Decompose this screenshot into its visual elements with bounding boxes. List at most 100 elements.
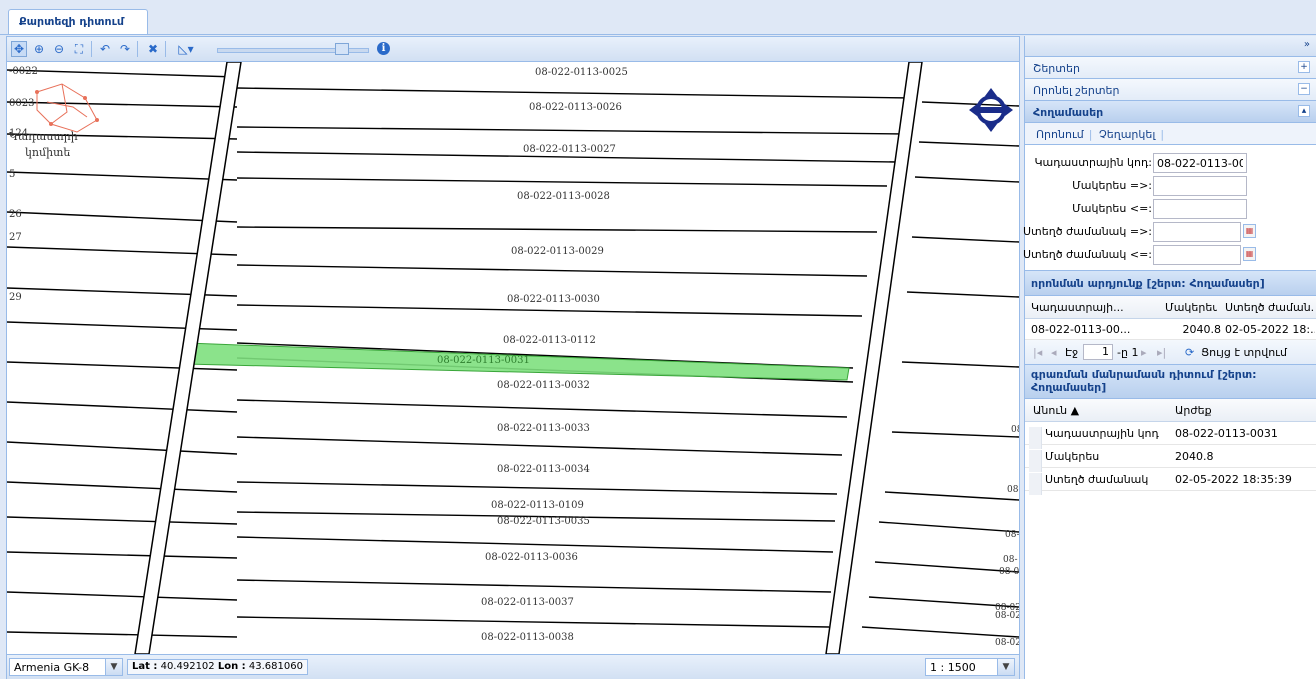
next-page-icon[interactable]: ▸ <box>1141 346 1147 359</box>
cadastral-input[interactable] <box>1153 153 1247 173</box>
last-page-icon[interactable]: ▸| <box>1157 346 1166 359</box>
coordinates-readout: Lat : 40.492102 Lon : 43.681060 <box>127 659 308 675</box>
overview-logo <box>35 83 99 133</box>
edge-labels-right: 08-08-08-08-08-0208-0208-0208-02 <box>995 425 1019 648</box>
parcel-boundary <box>861 626 1019 638</box>
parcel-label: 08-022-0113-0034 <box>497 464 590 475</box>
created-lte-label: Ստեղծ ժամանակ <=: <box>1023 248 1152 261</box>
col-header-name[interactable]: Անուն ▲ <box>1033 404 1079 417</box>
collapse-icon[interactable]: » <box>1304 39 1310 50</box>
parcel-label: 08-022-0113-0025 <box>535 67 628 78</box>
page-input[interactable]: 1 <box>1083 344 1113 360</box>
created-gte-input[interactable] <box>1153 222 1241 242</box>
side-panel: » Շերտեր + Որոնել շերտեր − Հողամասեր ▴ Ո… <box>1023 36 1316 679</box>
toolbar-separator <box>91 41 92 57</box>
edge-label-left: 29 <box>9 292 22 303</box>
search-button[interactable]: Որոնում <box>1033 128 1089 141</box>
property-name: Ստեղծ ժամանակ <box>1045 473 1149 486</box>
scale-select[interactable]: 1 : 1500 ▼ <box>925 658 1015 676</box>
edge-label-left: -0022 <box>9 66 38 77</box>
property-row[interactable]: Կադաստրային կոդ 08-022-0113-0031 <box>1025 422 1316 449</box>
parcel-boundary <box>901 361 1019 368</box>
status-bar: Armenia GK-8 ▼ Lat : 40.492102 Lon : 43.… <box>7 654 1019 679</box>
form-row-cadastral: Կադաստրային կոդ: <box>1025 151 1316 174</box>
col-header-created[interactable]: Ստեղծ ժաման... <box>1225 301 1313 314</box>
map-canvas[interactable]: 08-022-0113-0025 08-022-0113-0026 08-022-0… <box>7 62 1019 654</box>
calendar-icon[interactable]: ▦ <box>1243 247 1256 261</box>
parcel-boundary <box>236 399 848 418</box>
lat-value: 40.492102 <box>160 661 215 672</box>
zoom-extent-icon[interactable]: ⛶ <box>71 41 87 57</box>
property-value: 08-022-0113-0031 <box>1175 427 1278 440</box>
lon-value: 43.681060 <box>248 661 303 672</box>
collapse-icon[interactable]: ▴ <box>1298 105 1310 117</box>
edge-label-right: 08-02 <box>995 611 1019 621</box>
refresh-icon[interactable]: ⟳ <box>1185 346 1194 359</box>
property-row[interactable]: Ստեղծ ժամանակ 02-05-2022 18:35:39 <box>1025 468 1316 495</box>
info-icon[interactable]: i <box>377 42 390 55</box>
col-header-area[interactable]: Մակերես <box>1165 301 1217 314</box>
created-lte-input[interactable] <box>1153 245 1241 265</box>
parcel-boundary <box>7 101 238 108</box>
area-gte-label: Մակերես =>: <box>1072 179 1152 192</box>
edge-label-left: 26 <box>9 209 22 220</box>
road-right <box>825 62 923 654</box>
parcel-label: 08-022-0113-0038 <box>481 632 574 643</box>
accordion-parcels[interactable]: Հողամասեր ▴ <box>1025 101 1316 123</box>
created-gte-label: Ստեղծ ժամանակ =>: <box>1023 225 1152 238</box>
toolbar-separator <box>137 41 138 57</box>
first-page-icon[interactable]: |◂ <box>1033 346 1042 359</box>
map-panel: ✥ ⊕ ⊖ ⛶ ↶ ↷ ✖ ◺▾ i 08-022-0113-0025 08-0… <box>6 36 1020 679</box>
collapse-icon[interactable]: − <box>1298 83 1310 95</box>
col-header-value[interactable]: Արժեք <box>1175 404 1212 417</box>
accordion-search-layers[interactable]: Որոնել շերտեր − <box>1025 79 1316 101</box>
zoom-in-icon[interactable]: ⊕ <box>31 41 47 57</box>
zoom-out-icon[interactable]: ⊖ <box>51 41 67 57</box>
reset-button[interactable]: Չեղարկել <box>1096 128 1160 141</box>
separator: | <box>1160 128 1165 141</box>
parcel-boundary <box>236 536 834 553</box>
parcel-boundary <box>891 431 1019 438</box>
parcel-boundary <box>7 516 238 525</box>
table-row[interactable]: 08-022-0113-00... 2040.8 02-05-2022 18:.… <box>1025 319 1316 340</box>
accordion-layers[interactable]: Շերտեր + <box>1025 57 1316 79</box>
prev-page-icon[interactable]: ◂ <box>1051 346 1057 359</box>
parcel-label: 08-022-0113-0109 <box>491 500 584 511</box>
parcel-boundary <box>906 291 1019 298</box>
col-header-code[interactable]: Կադաստրայի... <box>1031 301 1126 314</box>
toolbar-separator <box>165 41 166 57</box>
property-row[interactable]: Մակերես 2040.8 <box>1025 445 1316 472</box>
separator: | <box>1088 128 1093 141</box>
chevron-down-icon[interactable]: ▼ <box>997 659 1014 675</box>
parcel-boundary <box>7 321 238 331</box>
parcel-boundary <box>236 616 830 628</box>
tab-map-view[interactable]: Քարտեզի դիտում <box>8 9 148 34</box>
expand-icon[interactable]: + <box>1298 61 1310 73</box>
accordion-search-layers-title: Որոնել շերտեր <box>1033 84 1120 97</box>
clear-icon[interactable]: ✖ <box>145 41 161 57</box>
edge-label-right: 08- <box>1011 425 1019 435</box>
measure-icon[interactable]: ◺▾ <box>173 41 199 57</box>
page-of: -ը 1 <box>1117 346 1139 359</box>
projection-select[interactable]: Armenia GK-8 ▼ <box>9 658 123 676</box>
parcel-label: 08-022-0113-0031 <box>437 355 530 366</box>
parcel-boundary <box>236 177 888 187</box>
undo-icon[interactable]: ↶ <box>97 41 113 57</box>
pan-icon[interactable]: ✥ <box>11 41 27 57</box>
tab-bar: Քարտեզի դիտում <box>0 0 1316 35</box>
calendar-icon[interactable]: ▦ <box>1243 224 1256 238</box>
zoom-slider-thumb[interactable] <box>335 43 349 55</box>
parcel-boundary <box>918 141 1019 147</box>
parcel-label: 08-022-0113-0026 <box>529 102 622 113</box>
area-gte-input[interactable] <box>1153 176 1247 196</box>
parcel-label: 08-022-0113-0112 <box>503 335 596 346</box>
parcel-boundary <box>7 401 238 413</box>
parcel-label: 08-022-0113-0037 <box>481 597 574 608</box>
map-navigation-icon[interactable] <box>969 88 1013 132</box>
scale-value: 1 : 1500 <box>930 661 976 674</box>
redo-icon[interactable]: ↷ <box>117 41 133 57</box>
lon-label: Lon : <box>217 661 246 672</box>
search-form: Կադաստրային կոդ: Մակերես =>: Մակերես <=:… <box>1023 145 1316 270</box>
chevron-down-icon[interactable]: ▼ <box>105 659 122 675</box>
area-lte-input[interactable] <box>1153 199 1247 219</box>
